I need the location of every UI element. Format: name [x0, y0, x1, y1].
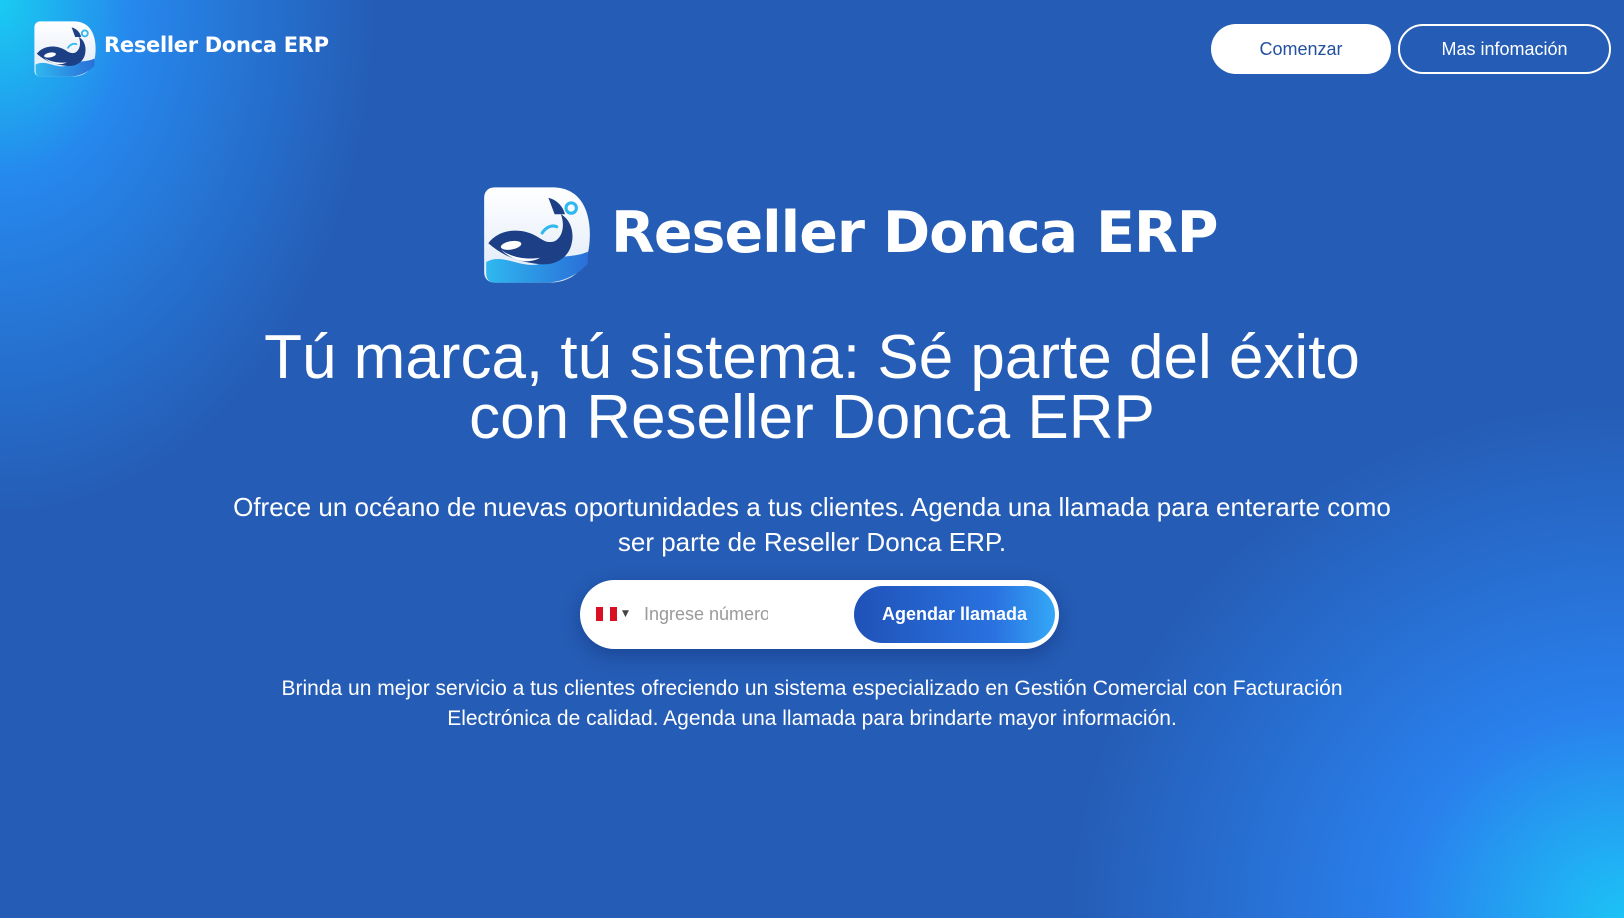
orca-whale-logo-icon [480, 183, 594, 287]
phone-call-form: ▼ Agendar llamada [580, 580, 1059, 649]
hero-description-text: Brinda un mejor servicio a tus clientes … [281, 677, 1343, 730]
brand-logo-icon[interactable] [32, 18, 98, 80]
hero-lead-text: Ofrece un océano de nuevas oportunidades… [233, 492, 1391, 557]
schedule-call-button[interactable]: Agendar llamada [854, 586, 1055, 643]
hero-brand-name: Reseller Donca ERP [611, 200, 1219, 266]
phone-number-input[interactable] [644, 600, 768, 628]
more-info-button[interactable]: Mas infomación [1398, 24, 1611, 74]
hero-headline: Tú marca, tú sistema: Sé parte del éxito… [264, 323, 1360, 452]
comenzar-button[interactable]: Comenzar [1211, 24, 1391, 74]
country-code-selector[interactable]: ▼ [596, 602, 629, 626]
caret-down-icon: ▼ [622, 609, 629, 619]
header-brand-name[interactable]: Reseller Donca ERP [104, 33, 329, 57]
orca-whale-logo-icon [32, 18, 98, 80]
peru-flag-icon [596, 607, 617, 621]
hero-logo [480, 183, 594, 287]
